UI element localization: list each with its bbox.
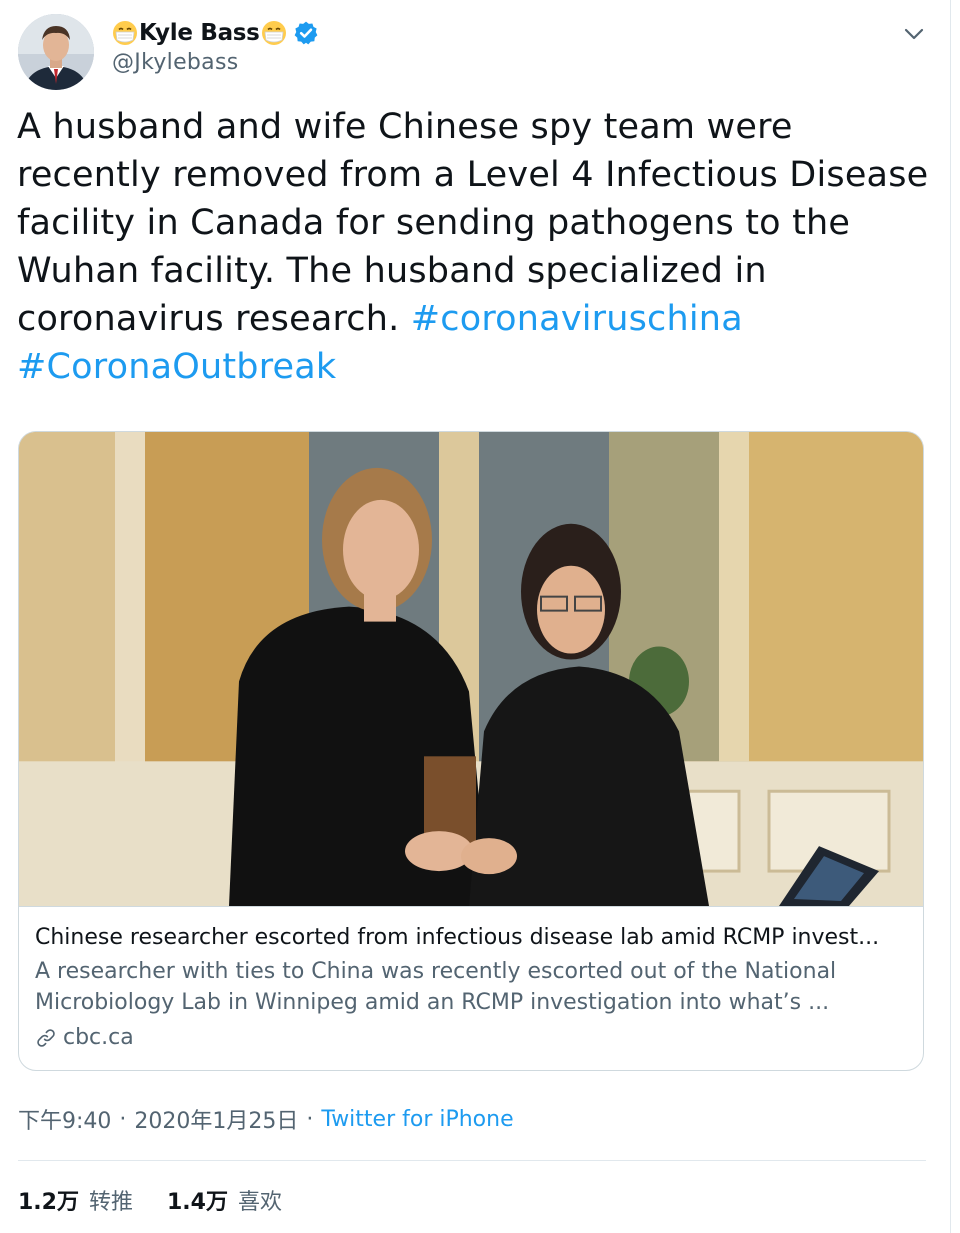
divider [18,1160,926,1161]
retweets-count: 1.2万 [18,1190,79,1215]
likes-stat[interactable]: 1.4万 喜欢 [167,1184,282,1216]
tweet-text-line: A husband and wife Chinese spy team were [17,107,793,147]
retweets-label: 转推 [88,1190,133,1215]
tweet-source-link[interactable]: Twitter for iPhone [321,1107,513,1132]
tweet-text-line: recently removed from a Level 4 Infectio… [17,155,929,195]
medical-mask-emoji-icon [113,21,137,45]
card-title[interactable]: Chinese researcher escorted from infecti… [35,922,915,954]
card-description-line: Microbiology Lab in Winnipeg amid an RCM… [35,990,830,1015]
hashtag-link[interactable]: #CoronaOutbreak [17,347,336,387]
medical-mask-emoji-icon [261,21,286,45]
verified-badge-icon [294,21,317,45]
card-body: Chinese researcher escorted from infecti… [35,922,915,1054]
chevron-down-icon[interactable] [900,20,928,48]
likes-count: 1.4万 [167,1190,228,1215]
likes-label: 喜欢 [237,1190,282,1215]
retweets-stat[interactable]: 1.2万 转推 [18,1184,133,1216]
tweet-meta: 下午9:40 · 2020年1月25日 · Twitter for iPhone [18,1103,514,1135]
author-handle[interactable]: @Jkylebass [112,50,319,75]
link-icon [37,1029,55,1047]
avatar-photo-icon [18,14,94,90]
tweet-text-line: facility in Canada for sending pathogens… [17,203,851,243]
tweet-stats: 1.2万 转推 1.4万 喜欢 [18,1184,316,1216]
card-description: A researcher with ties to China was rece… [35,956,915,1018]
meta-separator: · [119,1106,127,1132]
tweet-text: A husband and wife Chinese spy team were… [17,103,937,391]
card-domain-text: cbc.ca [63,1025,134,1050]
hashtag-link[interactable]: #coronaviruschina [411,299,743,339]
card-domain[interactable]: cbc.ca [35,1022,915,1054]
page-edge-rule [950,0,951,1233]
tweet-date[interactable]: 2020年1月25日 [134,1103,298,1135]
tweet-text-line: coronavirus research. [17,299,411,339]
tweet-time[interactable]: 下午9:40 [18,1103,111,1135]
avatar[interactable] [18,14,94,90]
author-names: Kyle Bass @Jkylebass [112,18,319,75]
display-name-row[interactable]: Kyle Bass [112,18,319,48]
link-preview-card[interactable]: Chinese researcher escorted from infecti… [18,431,924,1071]
card-description-line: A researcher with ties to China was rece… [35,959,837,984]
meta-separator: · [306,1106,314,1132]
card-image[interactable] [19,432,923,907]
display-name[interactable]: Kyle Bass [139,20,260,46]
tweet-header: Kyle Bass @Jkylebass [18,10,932,90]
tweet-text-line: Wuhan facility. The husband specialized … [17,251,767,291]
